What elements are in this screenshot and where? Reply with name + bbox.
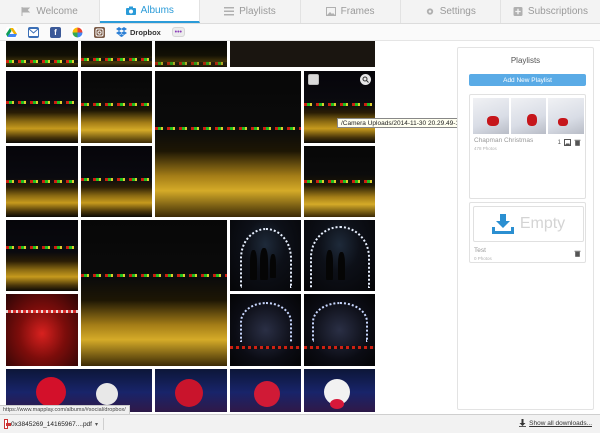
panel-title: Playlists xyxy=(510,56,541,65)
show-all-label: Show all downloads... xyxy=(529,419,592,427)
google-drive-icon[interactable] xyxy=(6,26,17,38)
image-icon xyxy=(325,7,336,16)
flag-icon xyxy=(21,7,31,16)
download-item[interactable]: 0x3845269_14165967....pdf ▾ xyxy=(4,417,98,431)
tab-albums-label: Albums xyxy=(140,5,174,16)
playlist-badge: 1 xyxy=(557,139,561,146)
photo-tile[interactable] xyxy=(80,70,153,144)
photo-tile[interactable] xyxy=(229,293,302,367)
tab-albums[interactable]: Albums xyxy=(100,0,201,23)
photo-tile[interactable] xyxy=(5,70,79,144)
dropbox-source[interactable]: Dropbox xyxy=(116,27,161,37)
instagram-icon[interactable] xyxy=(94,26,105,38)
chevron-down-icon[interactable]: ▾ xyxy=(95,421,98,428)
photo-tile[interactable] xyxy=(154,368,228,412)
divider xyxy=(103,418,104,430)
plus-square-icon xyxy=(513,7,523,16)
photo-tile[interactable] xyxy=(303,368,376,412)
tab-playlists-label: Playlists xyxy=(239,6,276,17)
zoom-icon[interactable] xyxy=(360,74,371,85)
facebook-icon[interactable]: f xyxy=(50,26,61,38)
tab-subscriptions-label: Subscriptions xyxy=(527,6,588,17)
photo-tile[interactable] xyxy=(229,368,302,412)
show-all-downloads-link[interactable]: Show all downloads... xyxy=(519,419,592,427)
gear-icon xyxy=(426,8,433,15)
app-window: Welcome Albums Playlists Frames Settings… xyxy=(0,0,600,433)
photo-tile[interactable] xyxy=(80,145,153,218)
photo-grid xyxy=(0,41,380,412)
dropbox-icon xyxy=(116,27,127,37)
photo-tile[interactable] xyxy=(5,219,79,292)
photo-tile[interactable] xyxy=(154,41,228,68)
top-nav: Welcome Albums Playlists Frames Settings… xyxy=(0,0,600,24)
photo-tile-large[interactable] xyxy=(80,219,228,367)
tab-welcome[interactable]: Welcome xyxy=(0,0,101,23)
playlist-count: 0 Photos xyxy=(474,256,492,261)
photo-tile[interactable] xyxy=(5,41,79,68)
tab-settings-label: Settings xyxy=(439,6,476,17)
empty-playlist-placeholder: Empty xyxy=(473,206,584,242)
playlist-name: Chapman Christmas xyxy=(474,137,534,144)
download-arrow-icon xyxy=(519,419,527,427)
add-playlist-button[interactable]: Add New Playlist xyxy=(469,74,586,86)
google-photos-icon[interactable] xyxy=(72,26,83,38)
trash-icon[interactable] xyxy=(574,250,581,257)
tab-frames[interactable]: Frames xyxy=(301,0,401,23)
list-icon xyxy=(224,7,235,16)
trash-icon[interactable] xyxy=(574,139,581,146)
playlist-thumbnails xyxy=(473,98,585,134)
playlist-thumb xyxy=(510,98,547,134)
photo-tile[interactable] xyxy=(229,219,302,292)
playlist-actions: 1 xyxy=(558,139,581,146)
empty-label: Empty xyxy=(519,215,566,232)
photo-tile[interactable] xyxy=(303,219,376,292)
playlist-name: Test xyxy=(474,247,486,254)
download-file-name: 0x3845269_14165967....pdf xyxy=(11,420,92,428)
playlist-count: 478 Photos xyxy=(474,146,497,151)
email-icon[interactable] xyxy=(28,26,39,38)
playlist-card[interactable]: Empty Test 0 Photos xyxy=(469,202,586,263)
dropbox-label: Dropbox xyxy=(130,27,161,37)
photo-path-tooltip: /Camera Uploads/2014-11-30 20.29.49-1.jp… xyxy=(337,118,474,128)
pdf-file-icon xyxy=(4,419,12,429)
playlist-card[interactable]: Chapman Christmas 478 Photos 1 xyxy=(469,94,586,199)
playlists-panel: Playlists Add New Playlist Chapman Chris… xyxy=(457,47,594,410)
more-sources-button[interactable]: ••• xyxy=(171,27,185,37)
download-tray-icon xyxy=(491,214,514,234)
camera-icon xyxy=(125,6,136,15)
photo-tile-hover[interactable] xyxy=(303,70,376,144)
tab-frames-label: Frames xyxy=(340,6,375,17)
tab-welcome-label: Welcome xyxy=(36,6,78,17)
tab-subscriptions[interactable]: Subscriptions xyxy=(501,0,600,23)
photo-tile[interactable] xyxy=(303,145,376,218)
playlist-actions xyxy=(574,250,581,257)
playlist-thumb xyxy=(548,98,585,134)
photo-tile-large[interactable] xyxy=(154,70,302,218)
photo-tile[interactable] xyxy=(229,41,376,68)
photo-tile[interactable] xyxy=(5,145,79,218)
tab-settings[interactable]: Settings xyxy=(401,0,501,23)
photo-tile[interactable] xyxy=(80,41,153,68)
status-url: https://www.mapplay.com/albums/#social/d… xyxy=(0,405,130,414)
select-checkbox[interactable] xyxy=(308,74,319,85)
tab-playlists[interactable]: Playlists xyxy=(200,0,301,23)
image-icon[interactable] xyxy=(564,139,571,146)
download-shelf: 0x3845269_14165967....pdf ▾ Show all dow… xyxy=(0,414,600,433)
playlist-thumb xyxy=(473,98,509,134)
photo-tile[interactable] xyxy=(303,293,376,367)
source-bar: f Dropbox ••• xyxy=(0,24,600,41)
photo-tile[interactable] xyxy=(5,293,79,367)
